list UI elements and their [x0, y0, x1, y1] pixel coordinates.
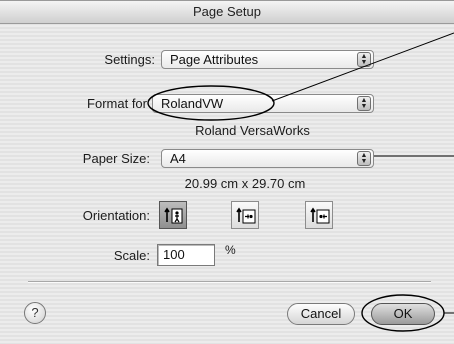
scale-label: Scale:	[113, 248, 150, 263]
window-title: Page Setup	[0, 1, 454, 24]
popup-arrows-icon: ▲ ▼	[357, 52, 371, 67]
page-setup-dialog: Page Setup Settings: Page Attributes ▲ ▼ …	[0, 0, 454, 344]
scale-input[interactable]: 100	[157, 244, 215, 266]
paper-size-label: Paper Size:	[82, 151, 150, 166]
landscape-icon	[236, 207, 256, 224]
orientation-label: Orientation:	[82, 208, 150, 223]
settings-value: Page Attributes	[170, 52, 259, 67]
popup-arrows-icon: ▲ ▼	[357, 151, 371, 166]
format-for-label: Format for	[87, 96, 147, 111]
printer-name: Roland VersaWorks	[195, 123, 310, 138]
reverse-landscape-icon	[310, 207, 330, 224]
settings-popup[interactable]: Page Attributes ▲ ▼	[161, 50, 374, 69]
cancel-button[interactable]: Cancel	[287, 303, 355, 325]
scale-unit: %	[225, 243, 236, 257]
format-for-popup[interactable]: RolandVW ▲ ▼	[152, 94, 374, 113]
orientation-portrait-button[interactable]	[159, 201, 187, 229]
paper-size-value: A4	[170, 151, 186, 166]
separator	[28, 281, 431, 283]
portrait-icon	[164, 207, 183, 224]
orientation-landscape-button[interactable]	[231, 201, 259, 229]
help-button[interactable]: ?	[24, 302, 46, 324]
popup-arrows-icon: ▲ ▼	[357, 96, 371, 111]
orientation-reverse-landscape-button[interactable]	[305, 201, 333, 229]
format-for-value: RolandVW	[161, 96, 224, 111]
ok-button[interactable]: OK	[371, 303, 435, 325]
settings-label: Settings:	[104, 52, 155, 67]
paper-size-popup[interactable]: A4 ▲ ▼	[161, 149, 374, 168]
paper-dimensions: 20.99 cm x 29.70 cm	[184, 176, 306, 191]
